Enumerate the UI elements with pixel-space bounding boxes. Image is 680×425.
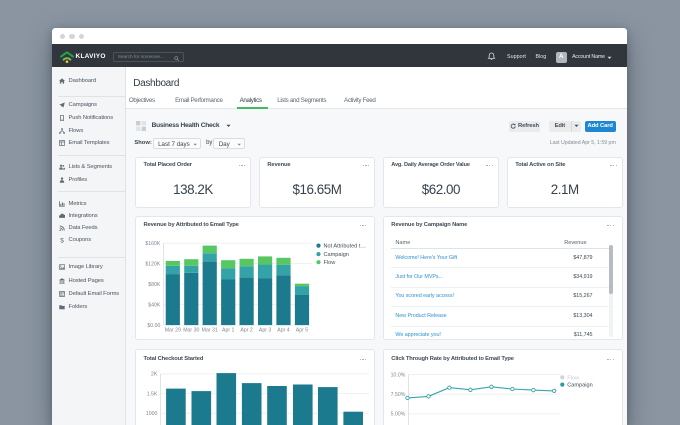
svg-text:5.00%: 5.00% bbox=[390, 412, 405, 418]
svg-text:Campaign: Campaign bbox=[567, 383, 592, 389]
svg-text:Apr 3: Apr 3 bbox=[259, 328, 272, 334]
svg-text:Apr 5: Apr 5 bbox=[296, 328, 309, 334]
svg-text:$0.00: $0.00 bbox=[147, 323, 160, 329]
svg-text:1.5K: 1.5K bbox=[147, 391, 158, 397]
svg-text:10.0%: 10.0% bbox=[390, 372, 405, 378]
svg-text:$160K: $160K bbox=[145, 241, 161, 247]
svg-text:Mar 29: Mar 29 bbox=[165, 328, 181, 334]
svg-text:Apr 4: Apr 4 bbox=[277, 328, 290, 334]
svg-text:2K: 2K bbox=[151, 372, 158, 378]
svg-text:$40K: $40K bbox=[148, 303, 161, 309]
svg-text:Flow: Flow bbox=[323, 260, 336, 266]
svg-text:Mar 31: Mar 31 bbox=[201, 328, 217, 334]
svg-text:$: $ bbox=[60, 238, 64, 244]
svg-text:Campaign: Campaign bbox=[323, 252, 348, 258]
svg-text:$80K: $80K bbox=[148, 282, 161, 288]
svg-text:1000: 1000 bbox=[146, 411, 158, 417]
svg-text:Apr 2: Apr 2 bbox=[240, 328, 253, 334]
svg-text:Apr 1: Apr 1 bbox=[222, 328, 235, 334]
svg-text:Mar 30: Mar 30 bbox=[183, 328, 199, 334]
svg-text:Flow: Flow bbox=[567, 375, 580, 381]
svg-text:7.50%: 7.50% bbox=[390, 392, 405, 398]
svg-text:Not Attributed t…: Not Attributed t… bbox=[323, 244, 365, 250]
svg-text:$120K: $120K bbox=[145, 262, 161, 268]
